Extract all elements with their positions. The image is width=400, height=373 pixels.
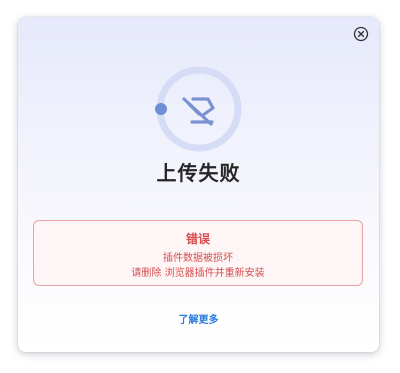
dialog-title: 上传失败 (156, 161, 241, 185)
error-message-line1: 插件数据被损坏 (163, 253, 233, 264)
error-message-line2: 请删除 浏览器插件并重新安装 (131, 268, 265, 279)
upload-failed-dialog: 上传失败 错误 插件数据被损坏 请删除 浏览器插件并重新安装 了解更多 (18, 17, 379, 352)
error-panel: 错误 插件数据被损坏 请删除 浏览器插件并重新安装 (33, 220, 363, 286)
learn-more-link[interactable]: 了解更多 (18, 311, 379, 326)
upload-cancelled-icon (155, 66, 242, 152)
close-icon[interactable] (353, 26, 369, 42)
error-title: 错误 (185, 232, 210, 246)
